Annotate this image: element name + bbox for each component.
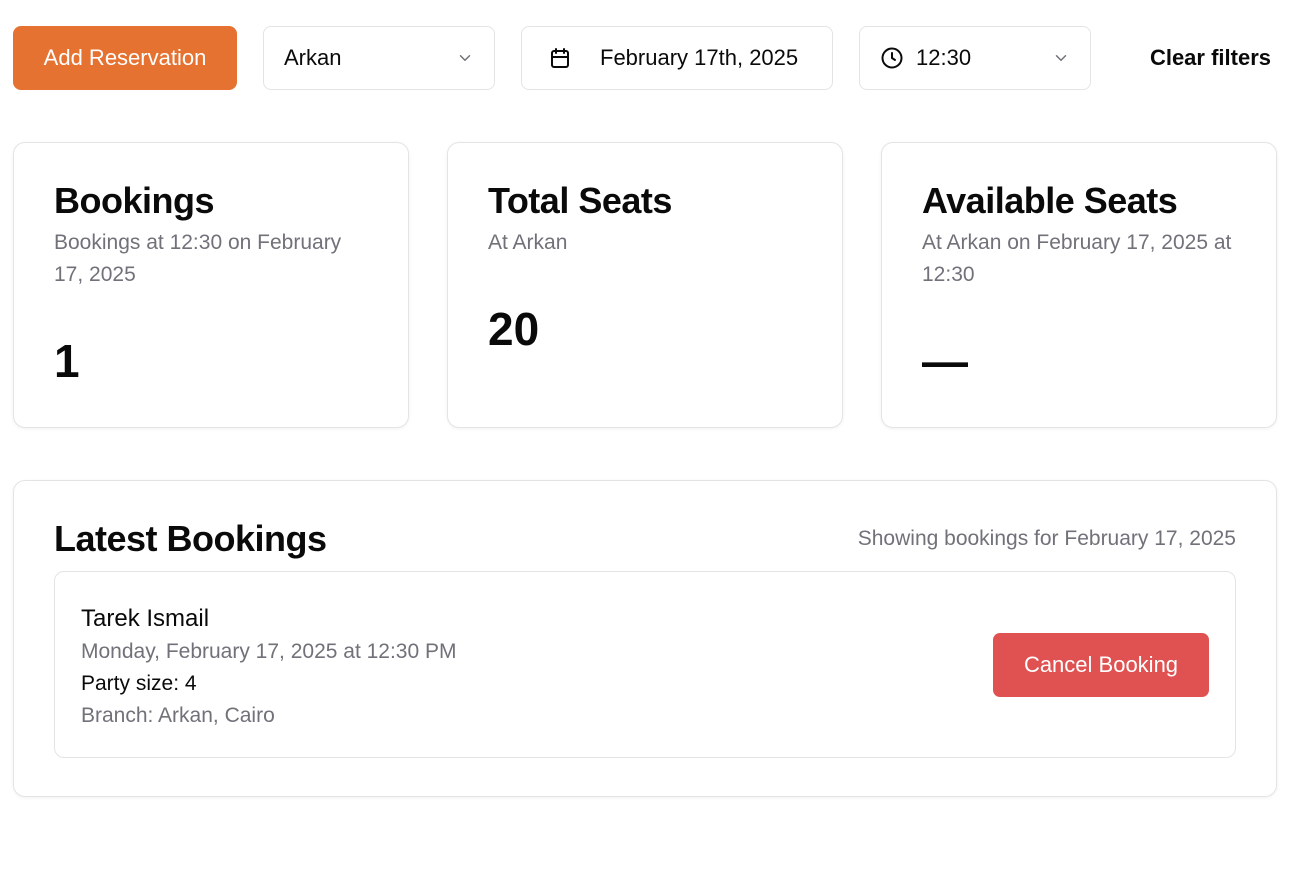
card-description: Bookings at 12:30 on February 17, 2025	[54, 231, 342, 286]
branch-select-value: Arkan	[284, 45, 342, 70]
available-seats-count: —	[922, 335, 968, 387]
booking-guest-name: Tarek Ismail	[81, 605, 210, 632]
total-seats-card: Total Seats At Arkan 20	[447, 142, 843, 428]
bookings-count: 1	[54, 335, 80, 387]
stats-row: Bookings Bookings at 12:30 on February 1…	[13, 142, 1277, 428]
date-picker-value: February 17th, 2025	[600, 45, 799, 70]
latest-bookings-header: Latest Bookings Showing bookings for Feb…	[54, 517, 1236, 561]
available-seats-card: Available Seats At Arkan on February 17,…	[881, 142, 1277, 428]
clear-filters-button[interactable]: Clear filters	[1140, 26, 1281, 90]
card-title: Bookings	[54, 180, 215, 221]
clock-icon	[880, 46, 904, 70]
latest-bookings-subtitle: Showing bookings for February 17, 2025	[857, 527, 1236, 550]
time-select[interactable]: 12:30	[859, 26, 1091, 90]
chevron-down-icon	[1052, 49, 1070, 67]
total-seats-count: 20	[488, 303, 540, 355]
date-picker-button[interactable]: February 17th, 2025	[521, 26, 833, 90]
booking-branch: Branch: Arkan, Cairo	[81, 704, 275, 727]
calendar-icon	[548, 46, 572, 70]
filter-toolbar: Add Reservation Arkan February 17th, 202…	[13, 26, 1281, 90]
add-reservation-button[interactable]: Add Reservation	[13, 26, 237, 90]
bookings-card: Bookings Bookings at 12:30 on February 1…	[13, 142, 409, 428]
latest-bookings-card: Latest Bookings Showing bookings for Feb…	[13, 480, 1277, 797]
cancel-booking-button[interactable]: Cancel Booking	[993, 633, 1209, 697]
card-title: Total Seats	[488, 180, 672, 221]
card-title: Available Seats	[922, 180, 1178, 221]
branch-select[interactable]: Arkan	[263, 26, 495, 90]
booking-item: Tarek Ismail Monday, February 17, 2025 a…	[54, 571, 1236, 758]
card-description: At Arkan	[488, 231, 568, 254]
card-description: At Arkan on February 17, 2025 at 12:30	[922, 231, 1232, 286]
chevron-down-icon	[456, 49, 474, 67]
reservations-dashboard: Add Reservation Arkan February 17th, 202…	[0, 0, 1294, 886]
latest-bookings-title: Latest Bookings	[54, 518, 327, 559]
time-select-value: 12:30	[916, 45, 972, 70]
